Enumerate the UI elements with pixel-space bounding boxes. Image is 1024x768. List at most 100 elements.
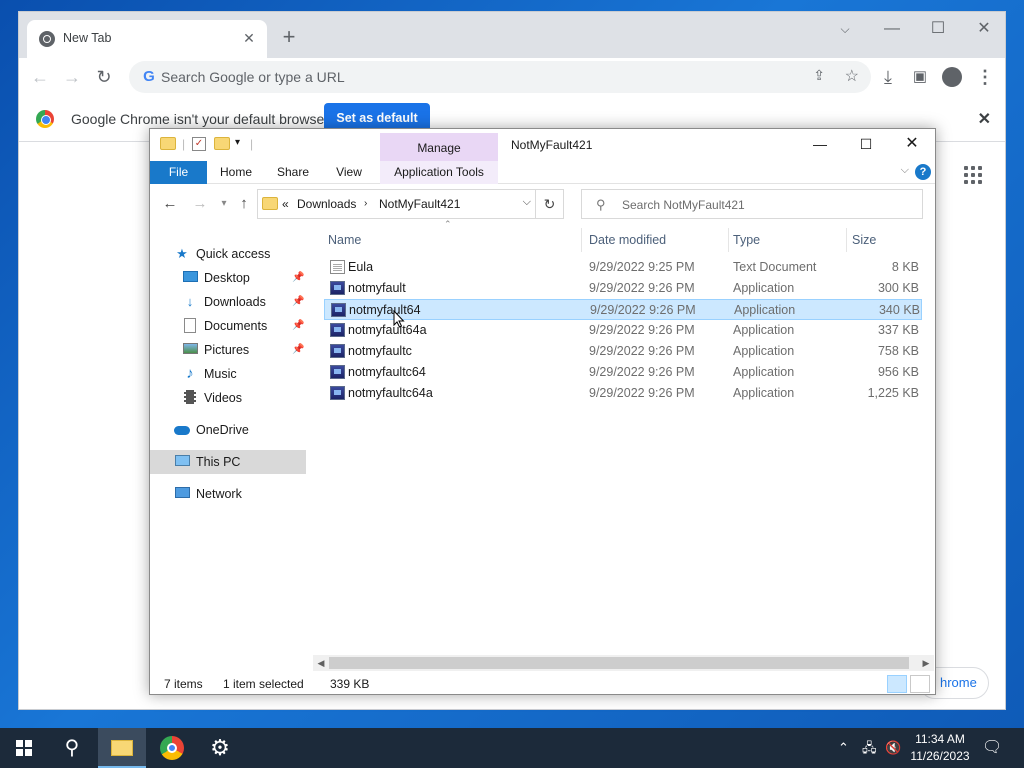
- recent-locations-chevron-icon[interactable]: ▾: [214, 194, 234, 214]
- network-status-icon[interactable]: 🖧: [862, 728, 877, 768]
- start-button[interactable]: [0, 728, 48, 768]
- large-icons-view-icon[interactable]: [910, 675, 930, 693]
- omnibox-placeholder[interactable]: Search Google or type a URL: [161, 69, 345, 85]
- file-name: notmyfaultc64: [348, 365, 426, 379]
- omnibox[interactable]: G Search Google or type a URL ⇪ ☆: [129, 61, 871, 93]
- forward-arrow-icon[interactable]: →: [190, 194, 210, 214]
- nav-item-pictures[interactable]: Pictures 📌: [150, 338, 306, 362]
- search-box[interactable]: ⚲ Search NotMyFault421: [581, 189, 923, 219]
- nav-item-documents[interactable]: Documents 📌: [150, 314, 306, 338]
- file-date: 9/29/2022 9:26 PM: [589, 386, 695, 400]
- tab-file[interactable]: File: [150, 161, 207, 184]
- share-icon[interactable]: ⇪: [813, 67, 825, 84]
- properties-check-icon[interactable]: ✓: [192, 137, 206, 151]
- settings-gear-icon[interactable]: ⚙: [196, 728, 244, 768]
- nav-item-this-pc[interactable]: This PC: [150, 450, 306, 474]
- tab-search-chevron-icon[interactable]: ⌵: [822, 14, 868, 44]
- refresh-icon[interactable]: ↻: [535, 190, 563, 218]
- search-placeholder[interactable]: Search NotMyFault421: [622, 198, 745, 212]
- maximize-icon[interactable]: ☐: [843, 129, 889, 159]
- google-g-icon: G: [143, 68, 155, 85]
- show-hidden-icons-chevron-icon[interactable]: ⌃: [838, 728, 849, 768]
- scroll-left-icon[interactable]: ◀: [313, 655, 329, 671]
- back-arrow-icon[interactable]: ←: [27, 64, 53, 90]
- file-row[interactable]: notmyfaultc64a 9/29/2022 9:26 PM Applicati…: [324, 383, 922, 404]
- forward-arrow-icon[interactable]: →: [59, 64, 85, 90]
- volume-muted-icon[interactable]: 🔇: [885, 728, 901, 768]
- search-icon: ⚲: [596, 197, 606, 212]
- file-row[interactable]: notmyfaultc 9/29/2022 9:26 PM Application 7…: [324, 341, 922, 362]
- tab-home[interactable]: Home: [210, 161, 262, 184]
- file-row[interactable]: notmyfault64a 9/29/2022 9:26 PM Applicatio…: [324, 320, 922, 341]
- new-tab-plus-icon[interactable]: +: [275, 24, 303, 52]
- downloads-icon[interactable]: ⤓: [875, 64, 901, 90]
- taskbar-clock[interactable]: 11:34 AM 11/26/2023: [900, 731, 980, 765]
- side-panel-icon[interactable]: ▣: [907, 64, 933, 90]
- close-window-icon[interactable]: ✕: [961, 14, 1007, 44]
- address-bar[interactable]: « Downloads › NotMyFault421 ⌵ ↻: [257, 189, 564, 219]
- tab-view[interactable]: View: [324, 161, 374, 184]
- chrome-taskbar-icon[interactable]: [148, 728, 196, 768]
- scroll-right-icon[interactable]: ▶: [918, 655, 934, 671]
- nav-item-onedrive[interactable]: OneDrive: [150, 418, 306, 442]
- ribbon-tabs: File Home Share View Application Tools ⌵…: [150, 161, 935, 184]
- column-header-size[interactable]: Size: [848, 228, 926, 252]
- file-explorer-taskbar-icon[interactable]: [98, 728, 146, 768]
- horizontal-scrollbar[interactable]: ◀ ▶: [313, 655, 934, 671]
- nav-item-network[interactable]: Network: [150, 482, 306, 506]
- close-window-icon[interactable]: ✕: [889, 129, 935, 159]
- nav-item-videos[interactable]: Videos: [150, 386, 306, 410]
- minimize-icon[interactable]: —: [869, 14, 915, 44]
- minimize-icon[interactable]: —: [797, 129, 843, 159]
- column-header-date-modified[interactable]: Date modified: [585, 228, 729, 252]
- nav-item-desktop[interactable]: Desktop 📌: [150, 266, 306, 290]
- chrome-tab-new-tab[interactable]: New Tab ✕: [27, 20, 267, 58]
- reload-icon[interactable]: ↻: [91, 64, 117, 90]
- quick-access-dropdown-icon[interactable]: ▾: [235, 137, 240, 148]
- file-type: Application: [733, 344, 795, 358]
- file-size: 300 KB: [877, 281, 919, 295]
- back-arrow-icon[interactable]: ←: [160, 194, 180, 214]
- column-header-name[interactable]: Name: [324, 228, 582, 252]
- address-dropdown-icon[interactable]: ⌵: [523, 196, 531, 209]
- explorer-window-title: NotMyFault421: [511, 138, 593, 152]
- google-apps-grid-icon[interactable]: [964, 166, 982, 184]
- bookmark-star-icon[interactable]: ☆: [845, 66, 859, 86]
- film-icon: [182, 390, 198, 406]
- scrollbar-thumb[interactable]: [329, 657, 909, 669]
- file-row[interactable]: notmyfault 9/29/2022 9:26 PM Application 30…: [324, 278, 922, 299]
- file-type: Text Document: [733, 260, 817, 274]
- file-row[interactable]: notmyfault64 9/29/2022 9:26 PM Application…: [324, 299, 922, 320]
- new-folder-icon[interactable]: [214, 137, 230, 153]
- profile-avatar-icon[interactable]: [939, 64, 965, 90]
- navigation-pane: ★ Quick access Desktop 📌 ↓ Downloads 📌 D…: [150, 233, 308, 663]
- breadcrumb-separator-icon[interactable]: ›: [364, 198, 367, 209]
- taskbar: ⚲ ⚙ ⌃ 🖧 🔇 11:34 AM 11/26/2023 🗨: [0, 728, 1024, 768]
- breadcrumb-overflow[interactable]: «: [282, 197, 289, 211]
- details-view-icon[interactable]: [887, 675, 907, 693]
- manage-contextual-tab[interactable]: Manage: [380, 133, 498, 161]
- notification-center-icon[interactable]: 🗨: [982, 728, 1002, 768]
- search-taskbar-icon[interactable]: ⚲: [48, 728, 96, 768]
- nav-item-music[interactable]: ♪ Music: [150, 362, 306, 386]
- column-header-type[interactable]: Type: [729, 228, 847, 252]
- nav-item-quick-access[interactable]: ★ Quick access: [150, 242, 306, 266]
- breadcrumb-notmyfault421[interactable]: NotMyFault421: [379, 197, 460, 211]
- file-row[interactable]: notmyfaultc64 9/29/2022 9:26 PM Applicatio…: [324, 362, 922, 383]
- up-arrow-icon[interactable]: ↑: [234, 194, 254, 214]
- chrome-menu-kebab-icon[interactable]: ⋮: [972, 64, 998, 90]
- nav-item-downloads[interactable]: ↓ Downloads 📌: [150, 290, 306, 314]
- tab-application-tools[interactable]: Application Tools: [380, 161, 498, 184]
- clock-date: 11/26/2023: [910, 749, 970, 763]
- tab-share[interactable]: Share: [268, 161, 318, 184]
- maximize-icon[interactable]: ☐: [915, 14, 961, 44]
- application-icon: [330, 323, 345, 337]
- infobar-close-icon[interactable]: ✕: [978, 109, 991, 129]
- tab-close-icon[interactable]: ✕: [239, 28, 259, 48]
- customize-chrome-label: hrome: [940, 675, 977, 690]
- breadcrumb-downloads[interactable]: Downloads: [297, 197, 356, 211]
- file-row[interactable]: Eula 9/29/2022 9:25 PM Text Document 8 KB: [324, 257, 922, 278]
- help-icon[interactable]: ?: [915, 164, 931, 180]
- nav-label: Music: [204, 367, 237, 381]
- expand-ribbon-chevron-icon[interactable]: ⌵: [901, 164, 909, 177]
